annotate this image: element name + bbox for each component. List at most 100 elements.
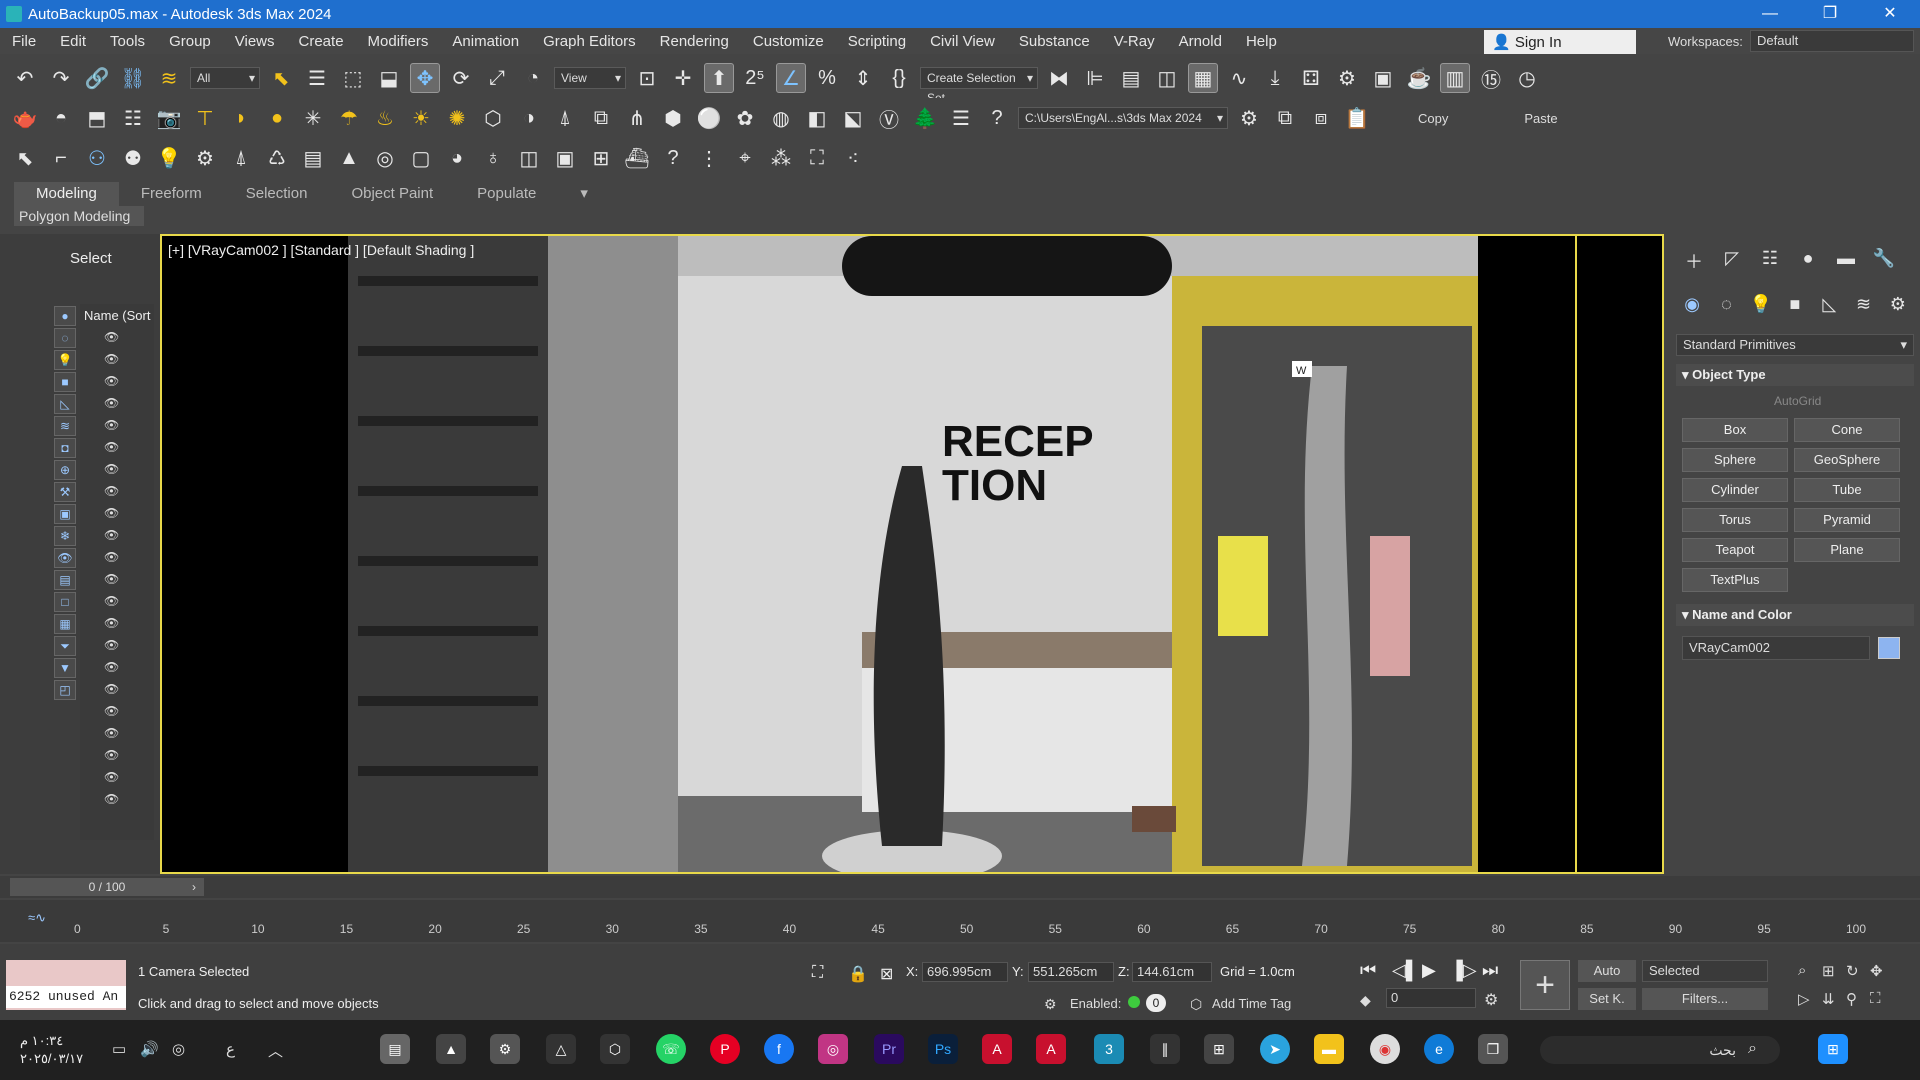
modify-tab-icon[interactable]: ◸ — [1718, 248, 1746, 274]
percent-snap-icon[interactable]: % — [812, 63, 842, 93]
unity-app-icon[interactable]: ⬡ — [600, 1034, 630, 1064]
angle-snap-icon[interactable]: ∠ — [776, 63, 806, 93]
decal-icon[interactable]: ⋔ — [622, 103, 652, 133]
eye-icon[interactable]: 👁 — [104, 770, 120, 784]
tab-populate[interactable]: Populate — [455, 182, 558, 206]
lock-icon[interactable]: 🔒 — [848, 964, 868, 984]
object-color-swatch[interactable] — [1878, 637, 1900, 659]
named-selection-dropdown[interactable]: Create Selection Set — [920, 67, 1038, 105]
eye-icon[interactable]: 👁 — [104, 528, 120, 542]
layer-explorer-icon[interactable]: ◫ — [1152, 63, 1182, 93]
box-button[interactable]: Box — [1682, 418, 1788, 442]
group-tool-icon[interactable]: ⚉ — [118, 143, 148, 173]
scale-icon[interactable]: ⤢ — [482, 63, 512, 93]
chrome-app-icon[interactable]: ◉ — [1370, 1034, 1400, 1064]
menu-help[interactable]: Help — [1234, 33, 1289, 50]
language-indicator[interactable]: ع — [226, 1040, 235, 1058]
eye-icon[interactable]: 👁 — [104, 748, 120, 762]
cylinder-button[interactable]: Cylinder — [1682, 478, 1788, 502]
place-icon[interactable]: ◔ — [518, 63, 548, 93]
object-type-rollout[interactable]: ▾ Object Type — [1676, 364, 1914, 386]
filter-all-icon[interactable]: ▤ — [54, 570, 76, 590]
copy-button[interactable]: Copy — [1418, 111, 1448, 126]
sphere-tool-icon[interactable]: ◓ — [46, 103, 76, 133]
sun-icon[interactable]: ☀ — [406, 103, 436, 133]
chevron-up-icon[interactable]: ︿ — [268, 1040, 283, 1061]
lights-icon[interactable]: 💡 — [1749, 294, 1773, 320]
rendered-frame-icon[interactable]: ▣ — [1368, 63, 1398, 93]
cameras-icon[interactable]: ■ — [1783, 294, 1807, 320]
eye-icon[interactable]: 👁 — [104, 374, 120, 388]
frame-icon[interactable]: ▢ — [406, 143, 436, 173]
ribbon-options-icon[interactable]: ▾ — [558, 182, 610, 206]
scene-explorer-icon[interactable]: ▤ — [1116, 63, 1146, 93]
hierarchy-tab-icon[interactable]: ☷ — [1756, 248, 1784, 274]
whatsapp-app-icon[interactable]: ☏ — [656, 1034, 686, 1064]
rect-selection-icon[interactable]: ⬚ — [338, 63, 368, 93]
pan-icon[interactable]: ✥ — [1870, 962, 1883, 980]
workspaces-select[interactable]: Default — [1750, 30, 1914, 52]
eye-icon[interactable]: 👁 — [104, 572, 120, 586]
maximize-button[interactable]: ❐ — [1800, 0, 1860, 28]
material-lib-icon[interactable]: ◍ — [766, 103, 796, 133]
time-tag-icon[interactable]: ⬡ — [1190, 996, 1202, 1013]
funnel-icon[interactable]: ⏷ — [54, 636, 76, 656]
help-circle-icon[interactable]: ? — [658, 143, 688, 173]
autocad2-app-icon[interactable]: A — [1036, 1034, 1066, 1064]
ambient-light-icon[interactable]: ♨ — [370, 103, 400, 133]
next-frame-icon[interactable]: › — [192, 880, 196, 894]
image-tool-icon[interactable]: ⛶ — [802, 143, 832, 173]
filter-none-icon[interactable]: □ — [54, 592, 76, 612]
dots-icon[interactable]: ⋮ — [694, 143, 724, 173]
3dsmax-app-icon[interactable]: 3 — [1094, 1034, 1124, 1064]
name-column-header[interactable]: Name (Sort — [84, 308, 150, 323]
settings-list-icon[interactable]: ☰ — [946, 103, 976, 133]
plane-button[interactable]: Plane — [1794, 538, 1900, 562]
menu-graph-editors[interactable]: Graph Editors — [531, 33, 648, 50]
set-key-button[interactable]: Set K. — [1578, 988, 1636, 1010]
eye-icon[interactable]: 👁 — [104, 352, 120, 366]
material-override-icon[interactable]: ◧ — [802, 103, 832, 133]
telegram-app-icon[interactable]: ➤ — [1260, 1034, 1290, 1064]
bulb-icon[interactable]: 💡 — [154, 143, 184, 173]
eye-icon[interactable]: 👁 — [104, 462, 120, 476]
cone-tool-icon[interactable]: ▲ — [334, 143, 364, 173]
display-tab-icon[interactable]: ▬ — [1832, 248, 1860, 274]
redo-icon[interactable]: ↷ — [46, 63, 76, 93]
add-time-tag[interactable]: Add Time Tag — [1212, 996, 1291, 1011]
clipboard-icon[interactable]: 📋 — [1342, 103, 1372, 133]
task-view-icon[interactable]: ❐ — [1478, 1034, 1508, 1064]
cone-button[interactable]: Cone — [1794, 418, 1900, 442]
eye-icon[interactable]: 👁 — [104, 726, 120, 740]
next-key-icon[interactable]: ▐▷ — [1450, 960, 1477, 981]
zoom-all-icon[interactable]: ⊞ — [1822, 962, 1835, 980]
enabled-counter[interactable]: 0 — [1146, 994, 1166, 1012]
tab-selection[interactable]: Selection — [224, 182, 330, 206]
menu-vray[interactable]: V-Ray — [1102, 33, 1167, 50]
absolute-mode-icon[interactable]: ⊠ — [880, 964, 893, 984]
settings-app-icon[interactable]: ⚙ — [490, 1034, 520, 1064]
eye-icon[interactable]: 👁 — [104, 616, 120, 630]
funnel-filled-icon[interactable]: ▼ — [54, 658, 76, 678]
save-icon[interactable]: ▥ — [1440, 63, 1470, 93]
x-coordinate[interactable]: 696.995cm — [922, 962, 1008, 982]
viewport-label[interactable]: [+] [VRayCam002 ] [Standard ] [Default S… — [168, 242, 474, 258]
minimize-button[interactable]: — — [1740, 0, 1800, 28]
motion-tab-icon[interactable]: ● — [1794, 248, 1822, 274]
window-crossing-icon[interactable]: ⬓ — [374, 63, 404, 93]
link-icon[interactable]: 🔗 — [82, 63, 112, 93]
eye-icon[interactable]: 👁 — [104, 682, 120, 696]
sphere-fade-icon[interactable]: ◑ — [514, 103, 544, 133]
isolate-icon[interactable]: ⛶ — [812, 964, 823, 982]
gear-tool-icon[interactable]: ⚙ — [190, 143, 220, 173]
set-key-icon[interactable]: + — [1520, 960, 1570, 1010]
menu-modifiers[interactable]: Modifiers — [356, 33, 441, 50]
primitive-type-dropdown[interactable]: Standard Primitives — [1676, 334, 1914, 356]
filter-hidden-icon[interactable]: 👁 — [54, 548, 76, 568]
battery-icon[interactable]: ▭ — [112, 1040, 126, 1058]
menu-customize[interactable]: Customize — [741, 33, 836, 50]
render-icon[interactable]: ☕ — [1404, 63, 1434, 93]
search-icon[interactable]: ⌕ — [1748, 1040, 1757, 1058]
toggle-ribbon-icon[interactable]: ▦ — [1188, 63, 1218, 93]
menu-scripting[interactable]: Scripting — [836, 33, 918, 50]
